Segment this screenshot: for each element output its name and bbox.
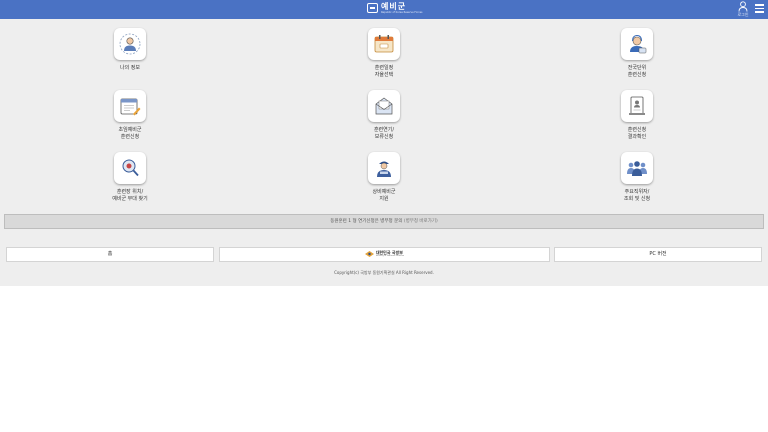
group-icon <box>621 152 653 184</box>
copyright: Copyright(c) 국방부 동원기획관실 All Right Reserv… <box>334 270 434 275</box>
main-content: 나의 정보 훈련일정 자율선택 전국단위 훈련신청 초임예비군 훈련신청 훈련연… <box>0 19 768 286</box>
tile-find-location[interactable]: 훈련장 위치/ 예비군 부대 찾기 <box>80 152 180 203</box>
headset-support-icon <box>621 28 653 60</box>
login-button[interactable]: 로그인 <box>736 1 750 18</box>
login-label: 로그인 <box>737 12 749 17</box>
tile-label: 전국단위 훈련신청 <box>627 65 647 78</box>
tile-label: 훈련장 위치/ 예비군 부대 찾기 <box>112 189 148 202</box>
pc-version-button[interactable]: PC 버전 <box>554 247 762 262</box>
tile-key-personnel[interactable]: 주요직위자/ 조회 및 신청 <box>587 152 687 203</box>
tile-label: 훈련일정 자율선택 <box>374 65 394 78</box>
tile-label: 초임예비군 훈련신청 <box>118 127 142 140</box>
calendar-edit-icon <box>114 90 146 122</box>
logo-title: 예비군 <box>381 2 407 11</box>
logo-subtitle: Republic of Korea Reserve Forces <box>381 11 423 14</box>
tile-label: 훈련연기/ 보류신청 <box>373 127 395 140</box>
mma-link[interactable]: (병무청 바로가기) <box>404 219 438 224</box>
my-info-icon <box>114 28 146 60</box>
notice-text: 동원훈련 1 형 연기신청은 병무청 문의 <box>330 219 404 224</box>
calendar-icon <box>368 28 400 60</box>
pc-version-label: PC 버전 <box>649 251 667 257</box>
notice-bar: 동원훈련 1 형 연기신청은 병무청 문의 (병무청 바로가기) <box>4 214 764 229</box>
tile-result-check[interactable]: 훈련신청 결과확인 <box>587 90 687 141</box>
mnd-link[interactable]: 대한민국 국방부 Ministry of National Defense <box>219 247 550 262</box>
site-logo[interactable]: 예비군 Republic of Korea Reserve Forces <box>367 2 422 17</box>
tile-standing-reserve[interactable]: 상비예비군 지원 <box>334 152 434 203</box>
mnd-en: Ministry of National Defense <box>375 255 405 257</box>
tile-postpone[interactable]: 훈련연기/ 보류신청 <box>334 90 434 141</box>
tile-label: 나의 정보 <box>120 65 140 71</box>
hamburger-menu-icon[interactable] <box>755 4 764 13</box>
tile-national-training[interactable]: 전국단위 훈련신청 <box>587 28 687 79</box>
mnd-emblem-icon <box>364 251 374 257</box>
user-icon <box>738 1 748 12</box>
tile-label: 상비예비군 지원 <box>372 189 396 202</box>
home-button[interactable]: 홈 <box>6 247 214 262</box>
document-check-icon <box>621 90 653 122</box>
tile-first-reserve[interactable]: 초임예비군 훈련신청 <box>80 90 180 141</box>
tile-schedule-select[interactable]: 훈련일정 자율선택 <box>334 28 434 79</box>
soldier-icon <box>368 152 400 184</box>
top-header: 예비군 Republic of Korea Reserve Forces 로그인 <box>0 0 768 19</box>
tile-label: 훈련신청 결과확인 <box>627 127 647 140</box>
tile-my-info[interactable]: 나의 정보 <box>80 28 180 72</box>
home-label: 홈 <box>107 251 113 257</box>
reserve-emblem-icon <box>367 3 378 13</box>
map-pin-search-icon <box>114 152 146 184</box>
envelope-icon <box>368 90 400 122</box>
tile-label: 주요직위자/ 조회 및 신청 <box>623 189 651 202</box>
